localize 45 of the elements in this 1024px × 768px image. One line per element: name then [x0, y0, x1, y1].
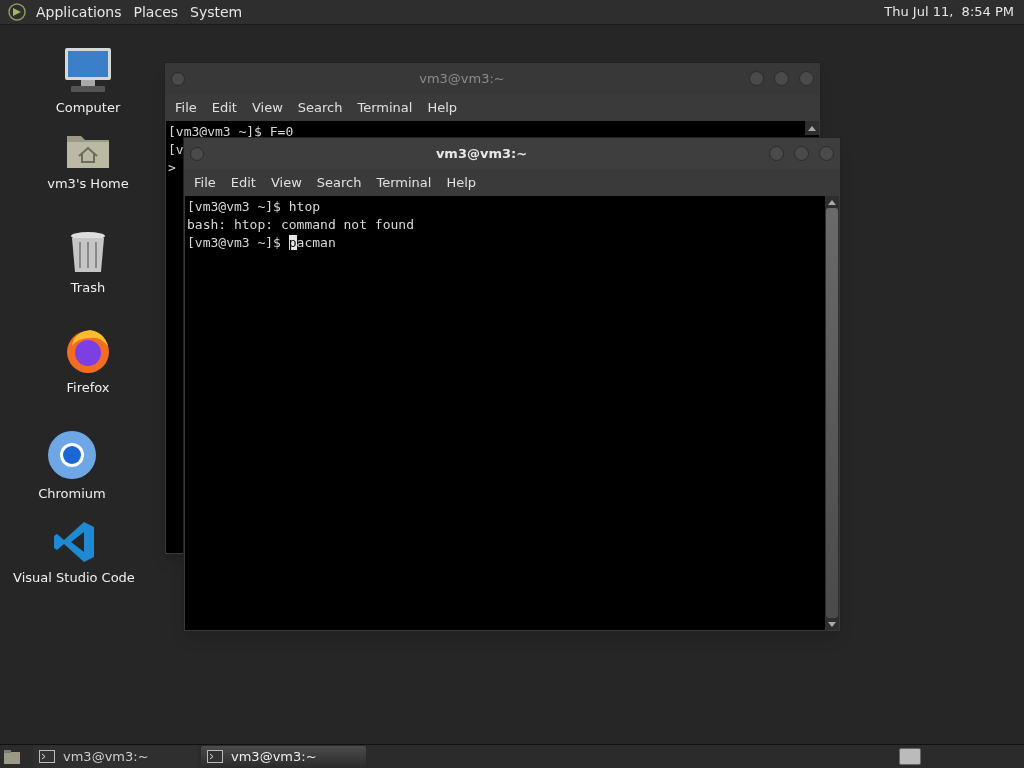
terminal-line: acman	[296, 235, 336, 250]
panel-menu[interactable]: Places	[127, 1, 185, 23]
app-menu-icon[interactable]	[8, 3, 26, 21]
text-cursor: p	[288, 235, 297, 250]
menu-item[interactable]: Search	[310, 172, 368, 193]
window-title: vm3@vm3:~	[418, 69, 506, 88]
menu-item[interactable]: View	[264, 172, 308, 193]
terminal-line: bash: htop: command not found	[187, 217, 414, 232]
scrollbar-thumb[interactable]	[826, 208, 838, 618]
terminal-icon	[207, 750, 223, 763]
ribbon-icon[interactable]	[52, 520, 96, 564]
icon-label[interactable]: Chromium	[38, 484, 106, 504]
menu-item[interactable]: Terminal	[370, 172, 438, 193]
menu-item[interactable]: Help	[421, 97, 464, 118]
scrollbar[interactable]	[825, 196, 839, 630]
workspace-switcher[interactable]	[899, 748, 921, 765]
icon-label[interactable]: Trash	[70, 278, 106, 298]
menu-item[interactable]: File	[169, 97, 203, 118]
panel-menu[interactable]: Applications	[30, 1, 128, 23]
menu-item[interactable]: File	[188, 172, 222, 193]
menu-item[interactable]: Edit	[205, 97, 243, 118]
window-title: vm3@vm3:~	[434, 144, 529, 163]
terminal-line: [vm3@vm3 ~]$ F=0	[168, 124, 294, 139]
computer-icon[interactable]	[63, 46, 113, 94]
terminal-line: [vm3@vm3 ~]$ htop	[187, 199, 321, 214]
terminal-line: [vm3@vm3 ~]$	[187, 235, 282, 250]
menu-item[interactable]: Search	[291, 97, 349, 118]
menu-item[interactable]: Help	[440, 172, 483, 193]
terminal-icon	[39, 750, 55, 763]
taskbar-button[interactable]: vm3@vm3:~	[33, 745, 198, 768]
clock[interactable]: Thu Jul 11, 8:54 PM	[884, 2, 1014, 22]
ring-icon[interactable]	[47, 430, 97, 480]
menu-item[interactable]: View	[245, 97, 289, 118]
menu-item[interactable]: Terminal	[351, 97, 419, 118]
panel-menu[interactable]: System	[184, 1, 249, 23]
menu-item[interactable]: Edit	[224, 172, 262, 193]
trash-can-icon[interactable]	[69, 230, 107, 274]
terminal-line: [v	[168, 142, 184, 157]
taskbar-button[interactable]: vm3@vm3:~	[201, 745, 366, 768]
show-desktop-icon[interactable]	[3, 748, 21, 765]
icon-label[interactable]: Visual Studio Code	[13, 568, 135, 588]
icon-label[interactable]: Firefox	[66, 378, 110, 398]
terminal-line: >	[168, 160, 176, 175]
icon-label[interactable]: vm3's Home	[47, 174, 129, 194]
icon-label[interactable]: Computer	[55, 98, 121, 118]
